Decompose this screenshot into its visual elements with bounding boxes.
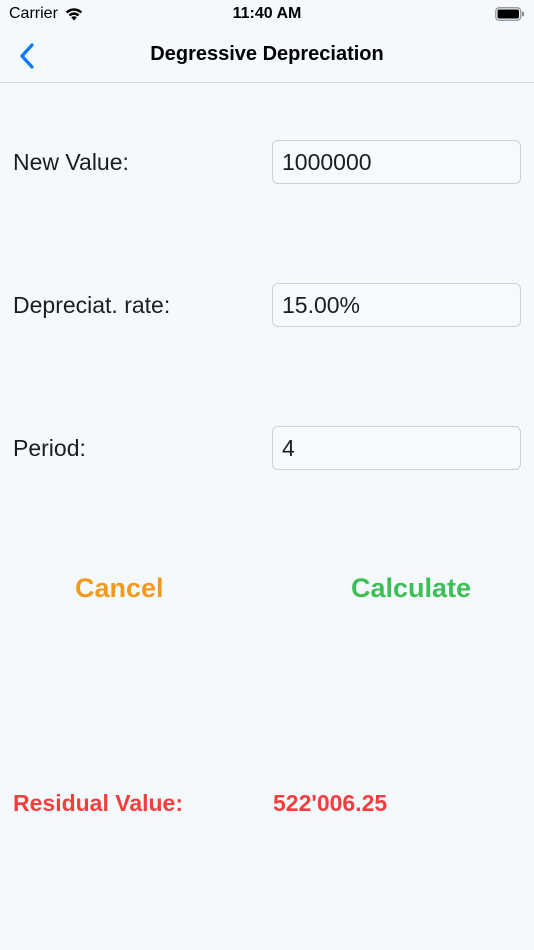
period-label: Period: xyxy=(13,435,86,461)
new-value-input[interactable] xyxy=(272,140,521,184)
status-bar: Carrier 11:40 AM xyxy=(0,0,534,30)
depreciation-rate-label: Depreciat. rate: xyxy=(13,292,171,318)
period-input[interactable] xyxy=(272,426,521,470)
calculate-button[interactable]: Calculate xyxy=(351,573,471,604)
cancel-button[interactable]: Cancel xyxy=(75,573,164,604)
battery-icon xyxy=(495,7,524,21)
new-value-label: New Value: xyxy=(13,149,129,175)
page-title: Degressive Depreciation xyxy=(150,43,384,65)
app-screen: Carrier 11:40 AM Degressive Depreciation… xyxy=(0,0,534,950)
residual-value-label: Residual Value: xyxy=(13,790,184,816)
residual-value-amount: 522'006.25 xyxy=(273,790,388,816)
navigation-bar: Degressive Depreciation xyxy=(0,30,534,83)
status-time: 11:40 AM xyxy=(232,5,302,22)
depreciation-rate-input[interactable] xyxy=(272,283,521,327)
